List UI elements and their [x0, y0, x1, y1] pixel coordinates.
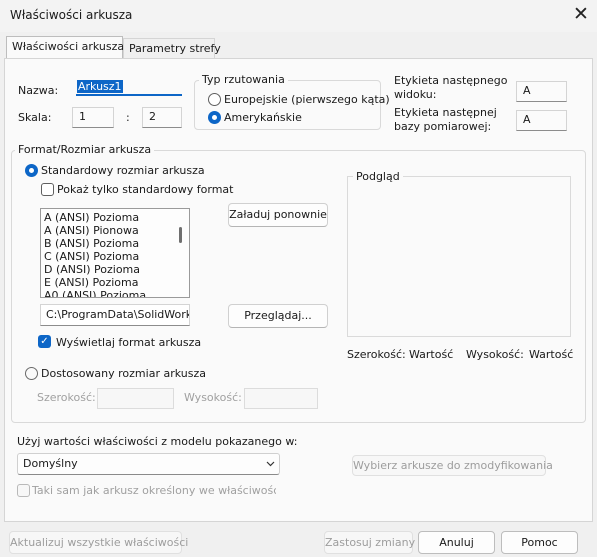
custom-width-input[interactable] — [97, 388, 174, 409]
preview-box — [347, 176, 571, 337]
browse-button[interactable]: Przeglądaj... — [228, 304, 328, 328]
scale-numerator-input[interactable]: 1 — [72, 107, 114, 128]
custom-height-input[interactable] — [244, 388, 318, 409]
sheet-size-list[interactable]: A (ANSI) Pozioma A (ANSI) Pionowa B (ANS… — [40, 208, 190, 298]
preview-height-value: Wartość — [529, 348, 574, 361]
chevron-down-icon — [266, 461, 275, 467]
reload-button[interactable]: Załaduj ponownie — [228, 203, 328, 227]
model-view-dropdown[interactable]: Domyślny — [17, 453, 280, 475]
list-item[interactable]: A0 (ANSI) Pozioma — [41, 289, 189, 297]
projection-american-label[interactable]: Amerykańskie — [224, 111, 302, 124]
help-button[interactable]: Pomoc — [501, 531, 578, 554]
preview-legend: Podgląd — [353, 170, 403, 183]
close-icon[interactable]: ✕ — [572, 3, 590, 25]
format-legend: Format/Rozmiar arkusza — [15, 143, 155, 156]
next-datum-input[interactable]: A — [516, 110, 567, 131]
next-view-input[interactable]: A — [516, 81, 567, 102]
model-view-dropdown-value: Domyślny — [23, 457, 78, 470]
apply-changes-button[interactable]: Zastosuj zmiany — [324, 531, 415, 554]
cancel-button[interactable]: Anuluj — [418, 531, 495, 554]
tab-zone-parameters[interactable]: Parametry strefy — [123, 38, 221, 59]
scale-label: Skala: — [18, 111, 52, 124]
select-sheets-button[interactable]: Wybierz arkusze do zmodyfikowania — [352, 455, 553, 476]
only-standard-label[interactable]: Pokaż tylko standardowy format — [57, 183, 233, 196]
tab-sheet-properties[interactable]: Właściwości arkusza — [6, 36, 124, 59]
format-path-input[interactable]: C:\ProgramData\SolidWorks — [40, 304, 190, 326]
name-value: Arkusz1 — [77, 80, 123, 93]
window-title: Właściwości arkusza — [10, 8, 133, 22]
custom-width-label: Szerokość: — [37, 391, 96, 404]
projection-european-label[interactable]: Europejskie (pierwszego kąta) — [224, 93, 390, 106]
next-datum-label-line1: Etykieta następnej — [394, 106, 497, 119]
custom-size-radio[interactable] — [25, 367, 38, 380]
scale-denominator-input[interactable]: 2 — [142, 107, 182, 128]
custom-size-label[interactable]: Dostosowany rozmiar arkusza — [41, 367, 206, 380]
update-all-button[interactable]: Aktualizuj wszystkie właściwości — [9, 531, 188, 554]
standard-size-radio[interactable] — [25, 164, 38, 177]
display-format-label[interactable]: Wyświetlaj format arkusza — [56, 336, 201, 349]
list-item[interactable]: E (ANSI) Pozioma — [41, 276, 189, 289]
list-scrollbar-thumb[interactable] — [179, 227, 182, 243]
only-standard-checkbox[interactable] — [41, 183, 54, 196]
name-label: Nazwa: — [18, 84, 59, 97]
display-format-checkbox[interactable]: ✓ — [38, 335, 51, 348]
list-item[interactable]: A (ANSI) Pionowa — [41, 224, 189, 237]
projection-european-radio[interactable] — [208, 93, 221, 106]
preview-width-label: Szerokość: — [347, 348, 406, 361]
preview-width-value: Wartość — [409, 348, 454, 361]
preview-height-label: Wysokość: — [466, 348, 524, 361]
next-view-label-line1: Etykieta następnego — [394, 74, 508, 87]
custom-height-label: Wysokość: — [184, 391, 242, 404]
next-view-label-line2: widoku: — [394, 88, 437, 101]
same-as-label[interactable]: Taki sam jak arkusz określony we właściw… — [32, 484, 276, 497]
next-datum-label-line2: bazy pomiarowej: — [394, 120, 492, 133]
projection-legend: Typ rzutowania — [199, 73, 288, 86]
same-as-checkbox[interactable] — [17, 484, 30, 497]
projection-american-radio[interactable] — [208, 111, 221, 124]
standard-size-label[interactable]: Standardowy rozmiar arkusza — [41, 164, 205, 177]
name-input[interactable]: Arkusz1 — [76, 78, 182, 96]
list-item[interactable]: B (ANSI) Pozioma — [41, 237, 189, 250]
list-item[interactable]: C (ANSI) Pozioma — [41, 250, 189, 263]
use-props-label: Użyj wartości właściwości z modelu pokaz… — [17, 435, 298, 448]
list-item[interactable]: A (ANSI) Pozioma — [41, 211, 189, 224]
list-item[interactable]: D (ANSI) Pozioma — [41, 263, 189, 276]
scale-separator: : — [126, 111, 130, 124]
